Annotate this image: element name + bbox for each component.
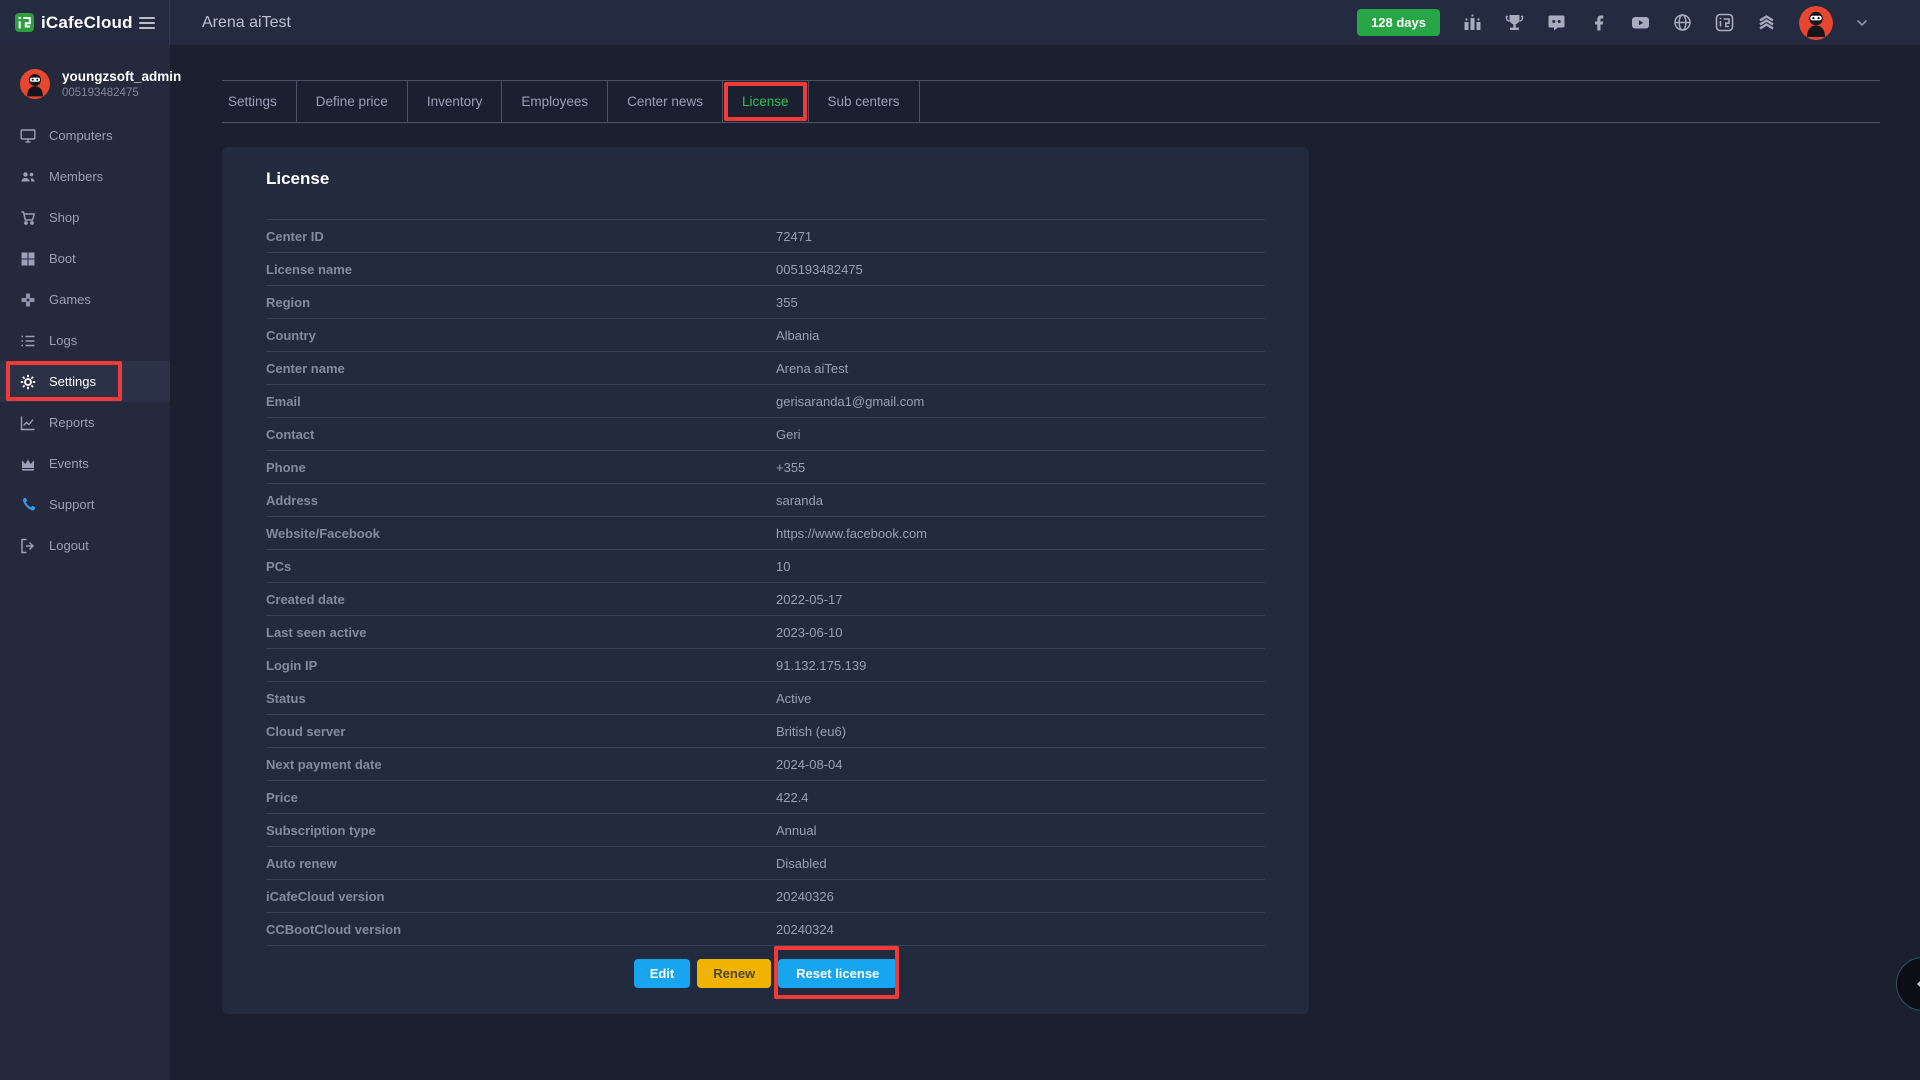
sidebar-item-members[interactable]: Members (0, 156, 170, 197)
table-row: Addresssaranda (266, 484, 1265, 517)
license-table: Center ID72471 License name005193482475 … (266, 219, 1265, 946)
youtube-icon[interactable] (1631, 13, 1650, 32)
sidebar-item-boot[interactable]: Boot (0, 238, 170, 279)
main-content: Settings Define price Inventory Employee… (170, 45, 1920, 1080)
table-row: Website/Facebookhttps://www.facebook.com (266, 517, 1265, 550)
tab-bar: Settings Define price Inventory Employee… (222, 80, 1880, 123)
table-row: Subscription typeAnnual (266, 814, 1265, 847)
renew-button[interactable]: Renew (697, 959, 771, 988)
sidebar-item-logout[interactable]: Logout (0, 525, 170, 566)
table-row: Center ID72471 (266, 220, 1265, 253)
action-buttons: Edit Renew Reset license (266, 959, 1265, 988)
table-row: Next payment date2024-08-04 (266, 748, 1265, 781)
brand-area: iCafeCloud (0, 0, 170, 45)
sidebar-item-logs[interactable]: Logs (0, 320, 170, 361)
trophy-icon[interactable] (1505, 13, 1524, 32)
cart-icon (20, 210, 36, 226)
sidebar-item-settings[interactable]: Settings (0, 361, 170, 402)
tab-license[interactable]: License (723, 81, 809, 122)
logout-icon (20, 538, 36, 554)
tab-sub-centers[interactable]: Sub centers (809, 81, 920, 122)
tab-employees[interactable]: Employees (502, 81, 608, 122)
sidebar-item-shop[interactable]: Shop (0, 197, 170, 238)
icafecloud-logo-icon (15, 13, 34, 32)
table-row: StatusActive (266, 682, 1265, 715)
table-row: Emailgerisaranda1@gmail.com (266, 385, 1265, 418)
tab-define-price[interactable]: Define price (297, 81, 408, 122)
sidebar-user: youngzsoft_admin 005193482475 (0, 45, 170, 99)
discord-icon[interactable] (1547, 13, 1566, 32)
gamepad-icon (20, 292, 36, 308)
topbar-right: 128 days (1357, 6, 1920, 40)
table-row: License name005193482475 (266, 253, 1265, 286)
username: youngzsoft_admin (62, 69, 181, 84)
license-card: License Center ID72471 License name00519… (222, 147, 1309, 1014)
table-row: Cloud serverBritish (eu6) (266, 715, 1265, 748)
logo[interactable]: iCafeCloud (15, 13, 133, 33)
monitor-icon (20, 128, 36, 144)
table-row: Auto renewDisabled (266, 847, 1265, 880)
table-row: Last seen active2023-06-10 (266, 616, 1265, 649)
sidebar-item-reports[interactable]: Reports (0, 402, 170, 443)
sidebar-avatar[interactable] (20, 69, 50, 99)
sidebar-item-computers[interactable]: Computers (0, 115, 170, 156)
user-avatar[interactable] (1799, 6, 1833, 40)
sidebar-menu: Computers Members Shop Boot Games Logs S… (0, 115, 170, 566)
leaderboard-icon[interactable] (1463, 13, 1482, 32)
table-row: Login IP91.132.175.139 (266, 649, 1265, 682)
menu-toggle-icon[interactable] (139, 17, 155, 29)
sidebar: youngzsoft_admin 005193482475 Computers … (0, 45, 170, 1080)
table-row: Phone+355 (266, 451, 1265, 484)
tab-center-news[interactable]: Center news (608, 81, 723, 122)
table-row: ContactGeri (266, 418, 1265, 451)
chart-icon (20, 415, 36, 431)
user-id: 005193482475 (62, 87, 181, 99)
globe-icon[interactable] (1673, 13, 1692, 32)
reset-license-button[interactable]: Reset license (778, 959, 897, 988)
sidebar-item-games[interactable]: Games (0, 279, 170, 320)
tab-settings[interactable]: Settings (222, 81, 297, 122)
icafecloud-site-icon[interactable] (1715, 13, 1734, 32)
logo-text: iCafeCloud (41, 13, 133, 33)
gear-icon (20, 374, 36, 390)
license-days-badge[interactable]: 128 days (1357, 9, 1440, 36)
table-row: CCBootCloud version20240324 (266, 913, 1265, 946)
crown-icon (20, 456, 36, 472)
phone-icon (20, 497, 36, 513)
tab-inventory[interactable]: Inventory (408, 81, 503, 122)
table-row: Region355 (266, 286, 1265, 319)
table-row: Created date2022-05-17 (266, 583, 1265, 616)
table-row: Price422.4 (266, 781, 1265, 814)
card-title: License (266, 169, 1265, 189)
windows-icon (20, 251, 36, 267)
edit-button[interactable]: Edit (634, 959, 691, 988)
table-row: CountryAlbania (266, 319, 1265, 352)
topbar: iCafeCloud Arena aiTest 128 days (0, 0, 1920, 45)
sidebar-item-support[interactable]: Support (0, 484, 170, 525)
sidebar-item-events[interactable]: Events (0, 443, 170, 484)
list-icon (20, 333, 36, 349)
table-row: Center nameArena aiTest (266, 352, 1265, 385)
chevron-down-icon[interactable] (1856, 19, 1868, 27)
page-title: Arena aiTest (202, 14, 291, 32)
table-row: PCs10 (266, 550, 1265, 583)
facebook-icon[interactable] (1589, 13, 1608, 32)
table-row: iCafeCloud version20240326 (266, 880, 1265, 913)
ccboot-icon[interactable] (1757, 13, 1776, 32)
members-icon (20, 169, 36, 185)
